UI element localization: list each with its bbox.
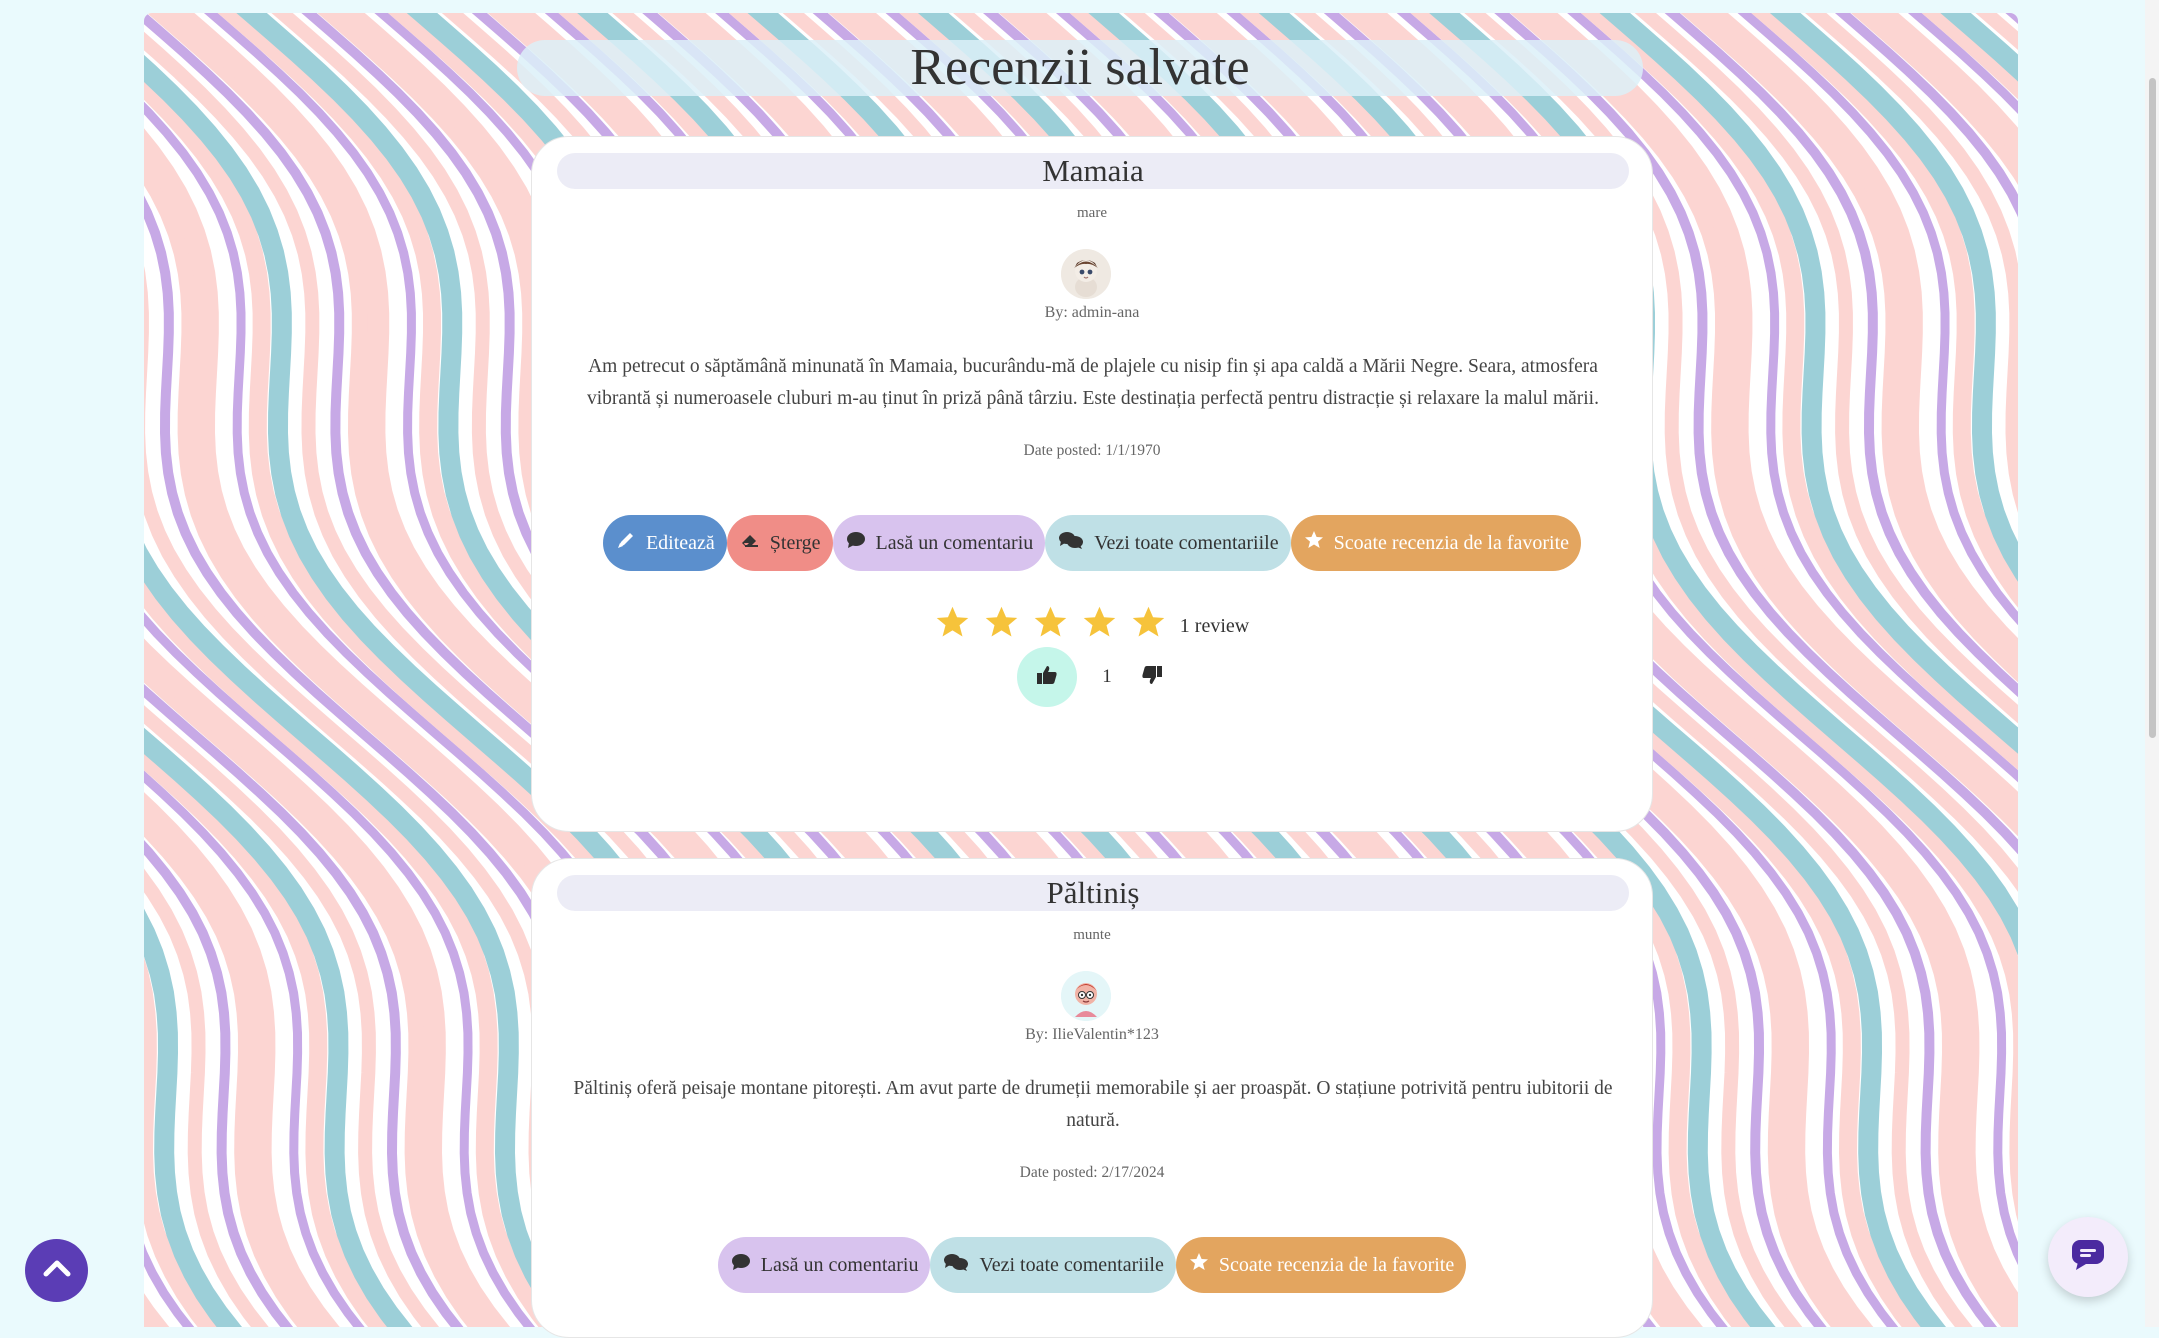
- scrollbar[interactable]: [2145, 0, 2159, 1327]
- review-author: By: admin-ana: [1044, 304, 1140, 321]
- scrollbar-thumb[interactable]: [2149, 78, 2156, 738]
- edit-label: Editează: [645, 531, 715, 554]
- delete-button[interactable]: Șterge: [726, 515, 833, 571]
- review-count: 1 review: [1179, 615, 1250, 637]
- comment-label: Lasă un comentariu: [760, 1253, 919, 1276]
- comment-label: Lasă un comentariu: [875, 531, 1034, 554]
- pen-icon: [616, 530, 636, 556]
- view-comments-label: Vezi toate comentariile: [979, 1253, 1164, 1276]
- thumbs-down-icon: [1140, 663, 1164, 692]
- dislike-button[interactable]: [1137, 647, 1167, 707]
- star-icon[interactable]: [935, 605, 970, 640]
- view-comments-label: Vezi toate comentariile: [1094, 531, 1279, 554]
- page-title: Recenzii salvate: [517, 40, 1643, 96]
- comment-icon: [731, 1253, 751, 1277]
- unfavorite-button[interactable]: Scoate recenzia de la favorite: [1290, 515, 1582, 571]
- thumbs-up-icon: [1035, 663, 1059, 692]
- star-icon[interactable]: [1033, 605, 1068, 640]
- review-author: By: IlieValentin*123: [1025, 1026, 1159, 1043]
- review-body: Păltiniș oferă peisaje montane pitorești…: [573, 1078, 1613, 1131]
- review-date: Date posted: 1/1/1970: [1023, 442, 1161, 459]
- unfavorite-label: Scoate recenzia de la favorite: [1333, 531, 1570, 554]
- star-icon: [1189, 1252, 1209, 1278]
- star-icon: [1304, 530, 1324, 556]
- review-actions: Editează Șterge Lasă un comentariu Vezi …: [532, 515, 1652, 571]
- star-icon[interactable]: [1131, 605, 1166, 640]
- comments-icon: [1058, 530, 1084, 556]
- view-comments-button[interactable]: Vezi toate comentariile: [1045, 515, 1291, 571]
- review-card: Mamaia mare By: admin-ana Am petrecut o …: [531, 136, 1653, 832]
- star-rating: 1 review: [532, 605, 1652, 640]
- review-category: munte: [1073, 927, 1111, 943]
- review-title: Mamaia: [557, 153, 1629, 189]
- chat-bubble-icon: [2070, 1238, 2106, 1277]
- chat-button[interactable]: [2048, 1217, 2128, 1297]
- comment-button[interactable]: Lasă un comentariu: [832, 515, 1046, 571]
- unfavorite-label: Scoate recenzia de la favorite: [1218, 1253, 1455, 1276]
- comment-button[interactable]: Lasă un comentariu: [717, 1237, 931, 1293]
- like-button[interactable]: [1017, 647, 1077, 707]
- view-comments-button[interactable]: Vezi toate comentariile: [930, 1237, 1176, 1293]
- avatar: [1061, 249, 1111, 299]
- edit-button[interactable]: Editează: [602, 515, 727, 571]
- avatar: [1061, 971, 1111, 1021]
- stars: [935, 605, 1166, 640]
- delete-label: Șterge: [769, 531, 821, 554]
- review-date: Date posted: 2/17/2024: [1019, 1164, 1165, 1181]
- review-actions: Lasă un comentariu Vezi toate comentarii…: [532, 1237, 1652, 1293]
- star-icon[interactable]: [1082, 605, 1117, 640]
- scroll-to-top-button[interactable]: [25, 1239, 88, 1302]
- review-card: Păltiniș munte By: IlieValentin*123 Pălt…: [531, 858, 1653, 1338]
- unfavorite-button[interactable]: Scoate recenzia de la favorite: [1175, 1237, 1467, 1293]
- chevron-up-icon: [42, 1258, 72, 1283]
- vote-count: 1: [1102, 666, 1112, 687]
- review-title: Păltiniș: [557, 875, 1629, 911]
- votes: 1: [532, 647, 1652, 707]
- eraser-icon: [740, 531, 760, 555]
- comment-icon: [846, 531, 866, 555]
- review-body: Am petrecut o săptămână minunată în Mama…: [587, 356, 1599, 409]
- review-category: mare: [1077, 205, 1107, 221]
- star-icon[interactable]: [984, 605, 1019, 640]
- comments-icon: [943, 1252, 969, 1278]
